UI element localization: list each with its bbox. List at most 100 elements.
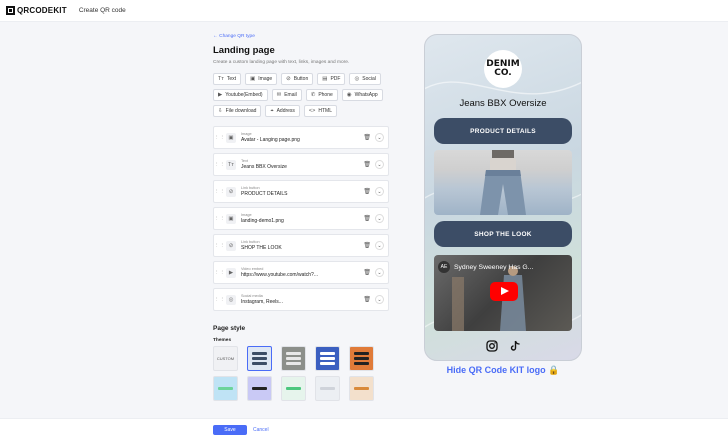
block-chip-social[interactable]: ◎ Social bbox=[349, 73, 381, 85]
chip-label: File download bbox=[225, 108, 257, 114]
youtube-play-icon[interactable] bbox=[490, 282, 518, 301]
block-chip-image[interactable]: ▣ Image bbox=[245, 73, 278, 85]
theme-option[interactable] bbox=[315, 346, 340, 371]
drag-handle-icon[interactable]: ⋮⋮ bbox=[214, 189, 225, 195]
block-value: Jeans BBX Oversize bbox=[241, 164, 287, 170]
chip-label: Text bbox=[226, 76, 237, 82]
theme-option[interactable] bbox=[349, 376, 374, 401]
drag-handle-icon[interactable]: ⋮⋮ bbox=[214, 297, 225, 303]
chip-label: Social bbox=[362, 76, 376, 82]
page-style-title: Page style bbox=[213, 325, 246, 332]
cancel-button[interactable]: Cancel bbox=[253, 427, 269, 433]
block-value: Instagram, Reels... bbox=[241, 299, 283, 305]
chip-icon: ✉ bbox=[276, 92, 282, 98]
theme-option[interactable] bbox=[247, 376, 272, 401]
block-chip-youtube-embed[interactable]: ▶ Youtube(Embed) bbox=[213, 89, 268, 101]
block-text: Image Avatar - Langing page.png bbox=[241, 132, 363, 143]
drag-handle-icon[interactable]: ⋮⋮ bbox=[214, 270, 225, 276]
breadcrumb: Create QR code bbox=[78, 7, 126, 14]
chip-label: HTML bbox=[318, 108, 332, 114]
content-block[interactable]: ⋮⋮ ◎ Social media Instagram, Reels... 🗑 ⌄ bbox=[213, 288, 389, 311]
chip-icon: <> bbox=[308, 108, 316, 114]
chevron-down-icon[interactable]: ⌄ bbox=[375, 241, 384, 250]
theme-option[interactable] bbox=[315, 376, 340, 401]
jeans-photo bbox=[480, 150, 526, 215]
chevron-down-icon[interactable]: ⌄ bbox=[375, 133, 384, 142]
block-chip-email[interactable]: ✉ Email bbox=[271, 89, 302, 101]
drag-handle-icon[interactable]: ⋮⋮ bbox=[214, 135, 225, 141]
qr-logo-icon bbox=[6, 6, 15, 15]
app-logo-text: QRCODEKIT bbox=[17, 6, 67, 15]
chip-icon: ◉ bbox=[346, 92, 352, 98]
drag-handle-icon[interactable]: ⋮⋮ bbox=[214, 162, 225, 168]
brand-logo: DENIM CO. bbox=[484, 50, 522, 88]
content-block[interactable]: ⋮⋮ ⊘ Link button SHOP THE LOOK 🗑 ⌄ bbox=[213, 234, 389, 257]
video-title: Sydney Sweeney Has G... bbox=[454, 263, 534, 271]
block-text: Link button PRODUCT DETAILS bbox=[241, 186, 363, 197]
block-label: Video embed bbox=[241, 267, 264, 271]
theme-option[interactable] bbox=[349, 346, 374, 371]
block-value: SHOP THE LOOK bbox=[241, 245, 282, 251]
delete-icon[interactable]: 🗑 bbox=[363, 269, 371, 276]
block-label: Image bbox=[241, 132, 252, 136]
content-block[interactable]: ⋮⋮ ▣ Image landing-demo1.png 🗑 ⌄ bbox=[213, 207, 389, 230]
chip-icon: ✆ bbox=[310, 92, 316, 98]
chevron-down-icon[interactable]: ⌄ bbox=[375, 295, 384, 304]
block-label: Image bbox=[241, 213, 252, 217]
brand-logo-line2: CO. bbox=[494, 68, 512, 78]
hide-logo-link[interactable]: Hide QR Code KIT logo 🔒 bbox=[424, 365, 582, 376]
content-block[interactable]: ⋮⋮ ▣ Image Avatar - Langing page.png 🗑 ⌄ bbox=[213, 126, 389, 149]
chevron-down-icon[interactable]: ⌄ bbox=[375, 160, 384, 169]
youtube-embed[interactable]: AE Sydney Sweeney Has G... bbox=[434, 255, 572, 331]
instagram-icon[interactable] bbox=[486, 340, 498, 352]
block-type-icon: ▣ bbox=[226, 132, 236, 143]
shop-the-look-button[interactable]: SHOP THE LOOK bbox=[434, 221, 572, 247]
block-chip-text[interactable]: Tт Text bbox=[213, 73, 242, 85]
delete-icon[interactable]: 🗑 bbox=[363, 134, 371, 141]
delete-icon[interactable]: 🗑 bbox=[363, 161, 371, 168]
block-label: Link button bbox=[241, 186, 260, 190]
theme-option[interactable] bbox=[281, 346, 306, 371]
theme-option[interactable] bbox=[213, 376, 238, 401]
block-type-icon: Tт bbox=[226, 159, 236, 170]
content-block[interactable]: ⋮⋮ ▶ Video embed https://www.youtube.com/wa… bbox=[213, 261, 389, 284]
block-value: PRODUCT DETAILS bbox=[241, 191, 288, 197]
block-chip-address[interactable]: ⌖ Address bbox=[265, 105, 300, 117]
theme-custom-label: CUSTOM bbox=[216, 356, 235, 361]
change-qr-type-link[interactable]: ← Change QR type bbox=[213, 34, 389, 39]
drag-handle-icon[interactable]: ⋮⋮ bbox=[214, 243, 225, 249]
delete-icon[interactable]: 🗑 bbox=[363, 296, 371, 303]
block-chip-button[interactable]: ⊘ Button bbox=[281, 73, 314, 85]
product-details-button[interactable]: PRODUCT DETAILS bbox=[434, 118, 572, 144]
block-value: Avatar - Langing page.png bbox=[241, 137, 300, 143]
save-button[interactable]: Save bbox=[213, 425, 247, 435]
chevron-down-icon[interactable]: ⌄ bbox=[375, 268, 384, 277]
drag-handle-icon[interactable]: ⋮⋮ bbox=[214, 216, 225, 222]
content-block[interactable]: ⋮⋮ Tт Text Jeans BBX Oversize 🗑 ⌄ bbox=[213, 153, 389, 176]
chip-label: Youtube(Embed) bbox=[225, 92, 263, 98]
block-text: Social media Instagram, Reels... bbox=[241, 294, 363, 305]
tiktok-icon[interactable] bbox=[509, 340, 521, 352]
chevron-down-icon[interactable]: ⌄ bbox=[375, 187, 384, 196]
chip-label: Image bbox=[258, 76, 273, 82]
chevron-down-icon[interactable]: ⌄ bbox=[375, 214, 384, 223]
app-logo[interactable]: QRCODEKIT bbox=[6, 6, 67, 15]
social-icons bbox=[486, 340, 521, 352]
chip-label: WhatsApp bbox=[354, 92, 378, 98]
theme-custom[interactable]: CUSTOM bbox=[213, 346, 238, 371]
block-chip-whatsapp[interactable]: ◉ WhatsApp bbox=[341, 89, 383, 101]
delete-icon[interactable]: 🗑 bbox=[363, 242, 371, 249]
block-chip-phone[interactable]: ✆ Phone bbox=[305, 89, 338, 101]
delete-icon[interactable]: 🗑 bbox=[363, 215, 371, 222]
block-text: Video embed https://www.youtube.com/watch… bbox=[241, 267, 363, 278]
themes-row-2 bbox=[213, 376, 389, 401]
theme-option[interactable] bbox=[281, 376, 306, 401]
themes-row-1: CUSTOM bbox=[213, 346, 389, 371]
block-chip-pdf[interactable]: ▤ PDF bbox=[317, 73, 346, 85]
block-chip-html[interactable]: <> HTML bbox=[303, 105, 337, 117]
theme-option[interactable] bbox=[247, 346, 272, 371]
top-bar: QRCODEKIT Create QR code bbox=[0, 0, 728, 22]
delete-icon[interactable]: 🗑 bbox=[363, 188, 371, 195]
content-block[interactable]: ⋮⋮ ⊘ Link button PRODUCT DETAILS 🗑 ⌄ bbox=[213, 180, 389, 203]
block-chip-file-download[interactable]: ⇩ File download bbox=[213, 105, 262, 117]
